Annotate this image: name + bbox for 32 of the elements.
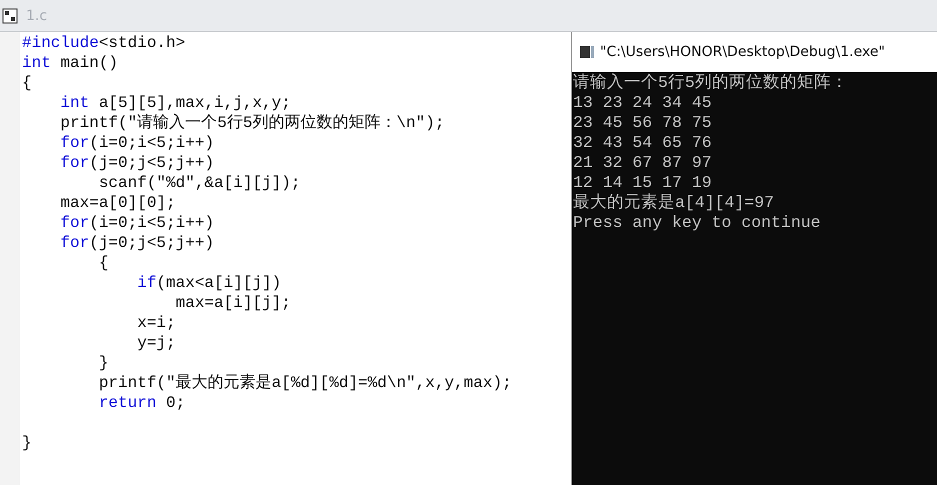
output-line: 21 32 67 87 97 (572, 153, 713, 173)
window-title: "C:\Users\HONOR\Desktop\Debug\1.exe" (600, 44, 885, 60)
code-line: { (21, 73, 33, 93)
code-line: return 0; (98, 393, 186, 413)
output-line: 12 14 15 17 19 (572, 173, 713, 193)
code-line: } (21, 433, 33, 453)
code-line: printf("请输入一个5行5列的两位数的矩阵：\n"); (59, 113, 446, 133)
code-line: for(i=0;i<5;i++) (59, 213, 216, 233)
code-line: int a[5][5],max,i,j,x,y; (59, 93, 292, 113)
console-icon (580, 46, 594, 58)
code-line: scanf("%d",&a[i][j]); (98, 173, 302, 193)
code-line: max=a[i][j]; (174, 293, 292, 313)
code-line: int main() (21, 53, 120, 73)
code-line: if(max<a[i][j]) (136, 273, 282, 293)
output-line: 最大的元素是a[4][4]=97 (572, 193, 776, 213)
file-icon (2, 8, 18, 24)
file-tab[interactable]: 1.c (0, 0, 56, 31)
output-line: 23 45 56 78 75 (572, 113, 713, 133)
code-line: x=i; (136, 313, 177, 333)
code-line: { (98, 253, 110, 273)
code-line: y=j; (136, 333, 177, 353)
code-line: for(j=0;j<5;j++) (59, 153, 216, 173)
output-line: 请输入一个5行5列的两位数的矩阵： (572, 73, 849, 93)
code-line: printf("最大的元素是a[%d][%d]=%d\n",x,y,max); (98, 373, 513, 393)
code-line: max=a[0][0]; (59, 193, 177, 213)
code-line: } (98, 353, 110, 373)
output-line: 32 43 54 65 76 (572, 133, 713, 153)
output-line: 13 23 24 34 45 (572, 93, 713, 113)
code-line: for(j=0;j<5;j++) (59, 233, 216, 253)
code-line: for(i=0;i<5;i++) (59, 133, 216, 153)
code-line: #include<stdio.h> (21, 33, 186, 53)
output-line: Press any key to continue (572, 213, 822, 233)
